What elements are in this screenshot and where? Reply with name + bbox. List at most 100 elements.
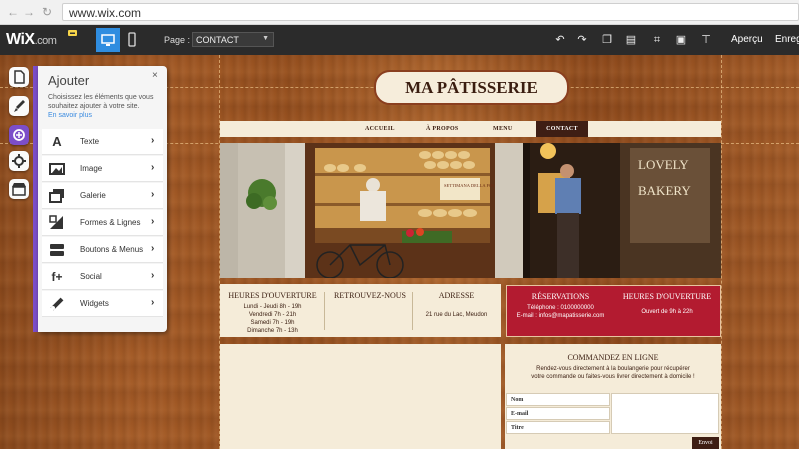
menu-item-accueil[interactable]: ACCUEIL: [365, 121, 395, 137]
add-panel: Ajouter × Choisissez les éléments que vo…: [38, 66, 167, 332]
add-item-label: Formes & Lignes: [80, 218, 141, 227]
reservations-email: E-mail : infos@mapatisserie.com: [516, 313, 605, 319]
add-item-label: Texte: [80, 137, 100, 146]
app-market-icon[interactable]: [9, 179, 29, 199]
menu-item-a-propos[interactable]: À PROPOS: [426, 121, 459, 137]
reservations-strip[interactable]: RÉSERVATIONS Téléphone : 0100000000 E-ma…: [506, 285, 721, 337]
layers-icon[interactable]: ▣: [672, 31, 690, 49]
menu-item-menu[interactable]: MENU: [493, 121, 513, 137]
chevron-right-icon: ›: [151, 162, 155, 173]
learn-more-link[interactable]: En savoir plus: [48, 112, 92, 119]
add-panel-description: Choisissez les éléments que vous souhait…: [48, 94, 154, 110]
bakery-photo[interactable]: SETTIMANA DELLA FOCACCIA LOVELY BAKERY: [220, 143, 721, 278]
add-item-gallery[interactable]: Galerie ›: [42, 183, 163, 209]
brush-icon: [14, 100, 25, 112]
grid-icon[interactable]: ⌗: [648, 31, 666, 49]
hours-red-text: Ouvert de 9h à 22h: [641, 309, 693, 315]
undo-icon[interactable]: ↶: [551, 31, 569, 49]
gear-icon: [12, 154, 26, 168]
reservations-phone: Téléphone : 0100000000: [527, 305, 594, 311]
redo-icon[interactable]: ↷: [573, 31, 591, 49]
info-strip[interactable]: HEURES D'OUVERTURE Lundi - Jeudi 8h - 19…: [220, 284, 501, 337]
design-icon[interactable]: [9, 96, 29, 116]
wix-logo[interactable]: WiX.com: [6, 31, 57, 49]
add-item-label: Social: [80, 272, 102, 281]
pages-icon[interactable]: [9, 67, 29, 87]
reload-icon[interactable]: ↻: [40, 5, 54, 19]
add-icon[interactable]: [9, 125, 29, 145]
guide-line: [721, 55, 722, 449]
wix-logo-domain: .com: [34, 35, 57, 47]
page-label: Page :: [164, 35, 191, 45]
back-arrow-icon[interactable]: ←: [6, 5, 20, 19]
order-desc-line: votre commande ou faites-vous livrer dir…: [531, 374, 695, 380]
preview-button[interactable]: Aperçu: [731, 34, 763, 45]
reservations-title: RÉSERVATIONS: [531, 292, 590, 301]
chevron-right-icon: ›: [151, 135, 155, 146]
hours-line: Dimanche 7h - 13h: [247, 328, 298, 334]
save-button[interactable]: Enreg: [775, 34, 799, 45]
desktop-view-button[interactable]: [96, 28, 120, 52]
chevron-right-icon: ›: [151, 216, 155, 227]
photo-sign-lovely: LOVELY: [638, 157, 689, 172]
add-item-label: Image: [80, 164, 103, 173]
copy-icon[interactable]: ❐: [598, 31, 616, 49]
shapes-icon: [49, 215, 63, 229]
chevron-right-icon: ›: [151, 189, 155, 200]
close-icon[interactable]: ×: [152, 70, 158, 81]
menu-item-contact[interactable]: CONTACT: [536, 121, 588, 137]
mobile-view-button[interactable]: [120, 28, 144, 52]
editor-topbar: WiX.com ▬ Page : CONTACT ▼ ↶ ↷ ❐ ▤ ⌗ ▣ ⊤…: [0, 25, 799, 55]
order-description: Rendez-vous directement à la boulangerie…: [515, 365, 711, 381]
social-icon: f+: [51, 270, 63, 284]
hours-line: Lundi - Jeudi 8h - 19h: [243, 304, 302, 310]
page-selector[interactable]: CONTACT ▼: [192, 32, 274, 47]
image-icon: [49, 163, 65, 175]
settings-icon[interactable]: [9, 151, 29, 171]
add-item-label: Widgets: [80, 299, 109, 308]
name-field[interactable]: Nom: [506, 393, 610, 406]
empty-strip[interactable]: [220, 344, 501, 449]
send-button[interactable]: Envoi: [692, 437, 719, 449]
address-bar[interactable]: www.wix.com: [62, 3, 799, 21]
subject-field[interactable]: Titre: [506, 421, 610, 434]
order-title: COMMANDEZ EN LIGNE: [567, 353, 659, 362]
ruler-icon[interactable]: ⊤: [697, 31, 715, 49]
desktop-icon: [101, 34, 115, 46]
hours-red-title: HEURES D'OUVERTURE: [622, 292, 712, 301]
add-item-shapes[interactable]: Formes & Lignes ›: [42, 210, 163, 236]
mobile-icon: [128, 32, 136, 47]
add-item-social[interactable]: f+ Social ›: [42, 264, 163, 290]
forward-arrow-icon[interactable]: →: [22, 5, 36, 19]
chevron-right-icon: ›: [151, 270, 155, 281]
hours-line: Samedi 7h - 19h: [250, 320, 295, 326]
site-logo-text: MA PÂTISSERIE: [405, 78, 538, 97]
hand-plus-icon: [13, 129, 25, 141]
editor-canvas: MA PÂTISSERIE ACCUEIL À PROPOS MENU CONT…: [0, 55, 799, 449]
hours-line: Vendredi 7h - 21h: [248, 312, 297, 318]
text-icon: A: [52, 134, 62, 149]
add-item-widgets[interactable]: Widgets ›: [42, 291, 163, 317]
paste-icon[interactable]: ▤: [622, 31, 640, 49]
add-item-text[interactable]: A Texte ›: [42, 129, 163, 155]
hours-title: HEURES D'OUVERTURE: [228, 291, 317, 300]
social-title: RETROUVEZ-NOUS: [334, 291, 406, 300]
widgets-icon: [50, 297, 64, 311]
store-icon: [12, 183, 26, 196]
order-desc-line: Rendez-vous directement à la boulangerie…: [536, 366, 690, 372]
email-field[interactable]: E-mail: [506, 407, 610, 420]
chevron-down-icon: ▼: [262, 35, 269, 42]
gallery-icon: [49, 189, 64, 203]
site-menu[interactable]: ACCUEIL À PROPOS MENU CONTACT: [220, 121, 721, 137]
add-item-image[interactable]: Image ›: [42, 156, 163, 182]
page-selector-value: CONTACT: [196, 35, 239, 45]
photo-sign-bakery: BAKERY: [638, 183, 691, 198]
address-text: 21 rue du Lac, Meudon: [425, 312, 488, 318]
browser-toolbar: ← → ↻ www.wix.com: [0, 0, 799, 25]
add-item-buttons[interactable]: Boutons & Menus ›: [42, 237, 163, 263]
buttons-menus-icon: [50, 244, 64, 256]
chevron-right-icon: ›: [151, 297, 155, 308]
site-logo[interactable]: MA PÂTISSERIE: [374, 70, 569, 105]
wix-logo-text: WiX: [6, 31, 35, 48]
message-field[interactable]: [611, 393, 719, 434]
